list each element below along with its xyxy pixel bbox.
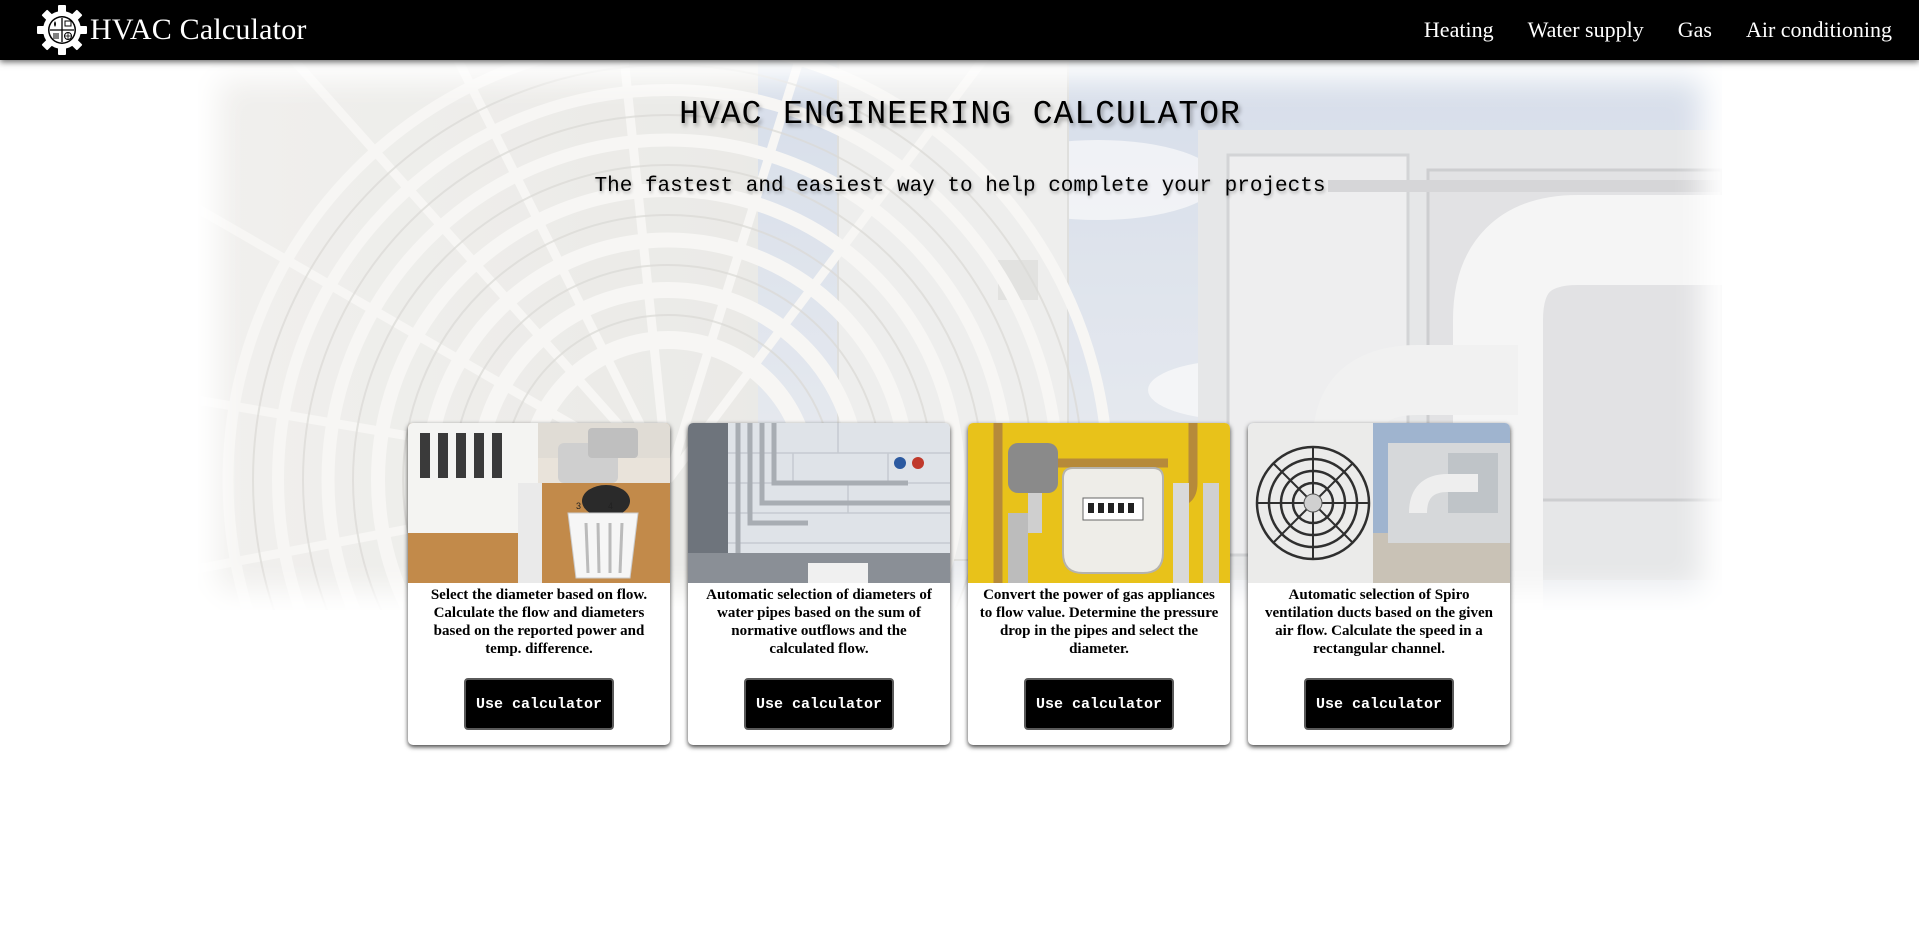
- water-pipes-image: [688, 423, 950, 583]
- page-title: HVAC ENGINEERING CALCULATOR: [679, 96, 1241, 133]
- nav-link-gas[interactable]: Gas: [1678, 17, 1712, 43]
- use-calculator-gas-button[interactable]: Use calculator: [1024, 678, 1174, 730]
- nav-link-water-supply[interactable]: Water supply: [1528, 17, 1644, 43]
- card-description: Convert the power of gas appliances to f…: [979, 587, 1219, 657]
- use-calculator-air-conditioning-button[interactable]: Use calculator: [1304, 678, 1454, 730]
- use-calculator-water-supply-button[interactable]: Use calculator: [744, 678, 894, 730]
- nav-link-air-conditioning[interactable]: Air conditioning: [1746, 17, 1892, 43]
- card-water-supply: Automatic selection of diameters of wate…: [688, 423, 950, 745]
- air-conditioning-unit-image: [1248, 423, 1510, 583]
- page-subtitle: The fastest and easiest way to help comp…: [594, 175, 1326, 198]
- card-description: Automatic selection of diameters of wate…: [706, 587, 932, 657]
- svg-text:4: 4: [608, 501, 613, 511]
- svg-text:3: 3: [576, 501, 581, 511]
- use-calculator-heating-button[interactable]: Use calculator: [464, 678, 614, 730]
- card-gas: Convert the power of gas appliances to f…: [968, 423, 1230, 745]
- card-heating: 3 4 Select the diameter based on flow. C…: [408, 423, 670, 745]
- brand-title: HVAC Calculator: [90, 13, 307, 46]
- card-air-conditioning: Automatic selection of Spiro ventilation…: [1248, 423, 1510, 745]
- nav-menu: Heating Water supply Gas Air conditionin…: [1390, 0, 1892, 60]
- card-description: Select the diameter based on flow. Calcu…: [430, 587, 648, 657]
- card-description: Automatic selection of Spiro ventilation…: [1265, 587, 1493, 657]
- brand-link[interactable]: HVAC Calculator: [36, 4, 307, 56]
- nav-link-heating[interactable]: Heating: [1424, 17, 1494, 43]
- gear-logo-icon: [37, 5, 87, 55]
- radiator-thermostatic-valve-image: 3 4: [408, 423, 670, 583]
- navbar: HVAC Calculator Heating Water supply Gas…: [0, 0, 1919, 60]
- gas-meter-image: [968, 423, 1230, 583]
